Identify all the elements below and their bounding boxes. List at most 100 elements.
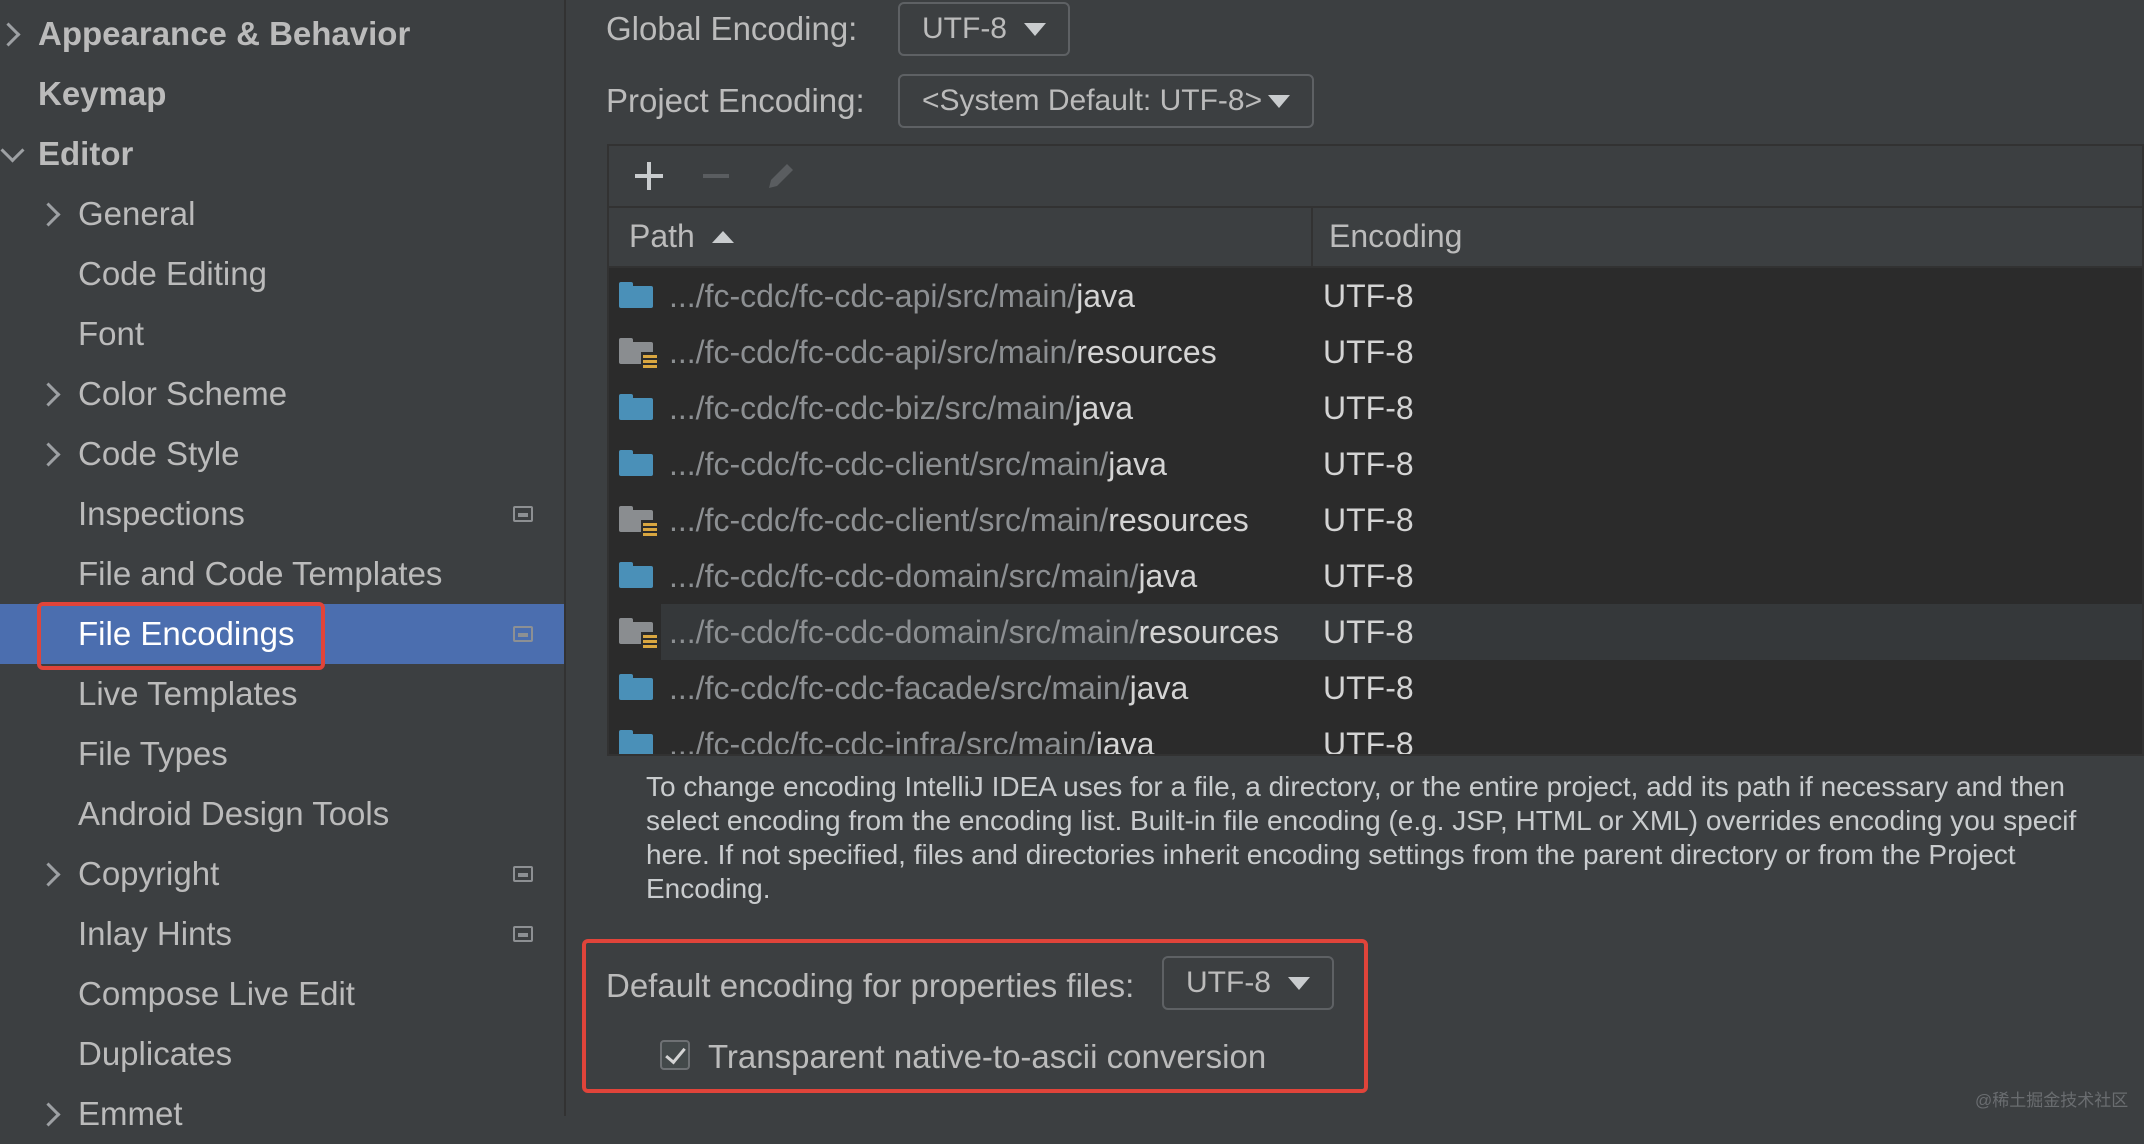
sidebar-item-label: Font [78, 315, 145, 352]
path-cell: .../fc-cdc/fc-cdc-api/src/main/resources [669, 334, 1217, 371]
source-folder-icon [619, 562, 653, 588]
chevron-right-icon[interactable] [36, 862, 61, 887]
table-row[interactable]: .../fc-cdc/fc-cdc-client/src/main/resour… [609, 492, 2142, 548]
dropdown-arrow-icon [1268, 95, 1290, 108]
encoding-cell[interactable]: UTF-8 [1323, 502, 1414, 539]
sidebar-item-general[interactable]: General [0, 184, 564, 244]
source-folder-icon [619, 282, 653, 308]
global-encoding-dropdown[interactable]: UTF-8 [898, 2, 1070, 56]
highlight-box-properties [582, 939, 1368, 1093]
resources-folder-icon [619, 618, 657, 648]
encoding-cell[interactable]: UTF-8 [1323, 278, 1414, 315]
encoding-cell[interactable]: UTF-8 [1323, 558, 1414, 595]
table-row[interactable]: .../fc-cdc/fc-cdc-domain/src/main/java UT… [609, 548, 2142, 604]
encoding-cell[interactable]: UTF-8 [1323, 390, 1414, 427]
path-prefix: .../fc-cdc/fc-cdc-biz/src/main/ [669, 389, 1075, 426]
path-folder-name: resources [1138, 613, 1279, 650]
chevron-right-icon[interactable] [36, 1102, 61, 1127]
chevron-right-icon[interactable] [36, 442, 61, 467]
path-cell: .../fc-cdc/fc-cdc-api/src/main/java [669, 278, 1135, 315]
sidebar-item-file-and-code-templates[interactable]: File and Code Templates [0, 544, 564, 604]
sidebar-item-label: General [78, 195, 196, 232]
file-encodings-table: Path Encoding .../fc-cdc/fc-cdc-api/src/… [607, 206, 2144, 756]
path-folder-name: java [1129, 669, 1189, 706]
table-row[interactable]: .../fc-cdc/fc-cdc-domain/src/main/resour… [609, 604, 2142, 660]
chevron-right-icon[interactable] [36, 382, 61, 407]
path-cell: .../fc-cdc/fc-cdc-client/src/main/resour… [669, 502, 1249, 539]
sidebar-item-keymap[interactable]: Keymap [0, 64, 564, 124]
table-row[interactable]: .../fc-cdc/fc-cdc-facade/src/main/java UT… [609, 660, 2142, 716]
encoding-cell[interactable]: UTF-8 [1323, 334, 1414, 371]
table-row[interactable]: .../fc-cdc/fc-cdc-biz/src/main/java UTF-8 [609, 380, 2142, 436]
chevron-down-icon[interactable] [0, 138, 25, 163]
path-prefix: .../fc-cdc/fc-cdc-api/src/main/ [669, 277, 1077, 314]
column-header-path[interactable]: Path [629, 218, 695, 255]
path-prefix: .../fc-cdc/fc-cdc-domain/src/main/ [669, 557, 1139, 594]
sidebar-item-inlay-hints[interactable]: Inlay Hints [0, 904, 564, 964]
path-cell: .../fc-cdc/fc-cdc-biz/src/main/java [669, 390, 1133, 427]
sidebar-item-inspections[interactable]: Inspections [0, 484, 564, 544]
sidebar-item-copyright[interactable]: Copyright [0, 844, 564, 904]
source-folder-icon [619, 450, 653, 476]
path-prefix: .../fc-cdc/fc-cdc-api/src/main/ [669, 333, 1077, 370]
path-folder-name: resources [1076, 333, 1217, 370]
sidebar-item-label: File and Code Templates [78, 555, 443, 592]
settings-sidebar: Appearance & Behavior Keymap Editor General… [0, 0, 564, 1132]
project-encoding-dropdown[interactable]: <System Default: UTF-8> [898, 74, 1314, 128]
path-prefix: .../fc-cdc/fc-cdc-client/src/main/ [669, 445, 1109, 482]
sidebar-item-label: Keymap [38, 75, 167, 112]
sidebar-item-label: Code Style [78, 435, 240, 472]
sort-ascending-icon [712, 231, 734, 243]
path-cell: .../fc-cdc/fc-cdc-facade/src/main/java [669, 670, 1188, 707]
sidebar-item-code-editing[interactable]: Code Editing [0, 244, 564, 304]
pencil-icon[interactable] [761, 156, 801, 196]
sidebar-item-code-style[interactable]: Code Style [0, 424, 564, 484]
resources-folder-icon [619, 506, 657, 536]
minus-icon[interactable] [697, 156, 737, 196]
dropdown-arrow-icon [1024, 23, 1046, 36]
sidebar-item-label: Code Editing [78, 255, 267, 292]
global-encoding-value: UTF-8 [922, 12, 1007, 45]
sidebar-item-label: Inlay Hints [78, 915, 233, 952]
sidebar-item-label: Color Scheme [78, 375, 288, 412]
sidebar-item-live-templates[interactable]: Live Templates [0, 664, 564, 724]
column-separator [1311, 208, 1313, 266]
table-row[interactable]: .../fc-cdc/fc-cdc-api/src/main/java UTF-8 [609, 268, 2142, 324]
source-folder-icon [619, 674, 653, 700]
sidebar-item-duplicates[interactable]: Duplicates [0, 1024, 564, 1084]
sidebar-item-compose-live-edit[interactable]: Compose Live Edit [0, 964, 564, 1024]
table-row[interactable]: .../fc-cdc/fc-cdc-infra/src/main/java UTF… [609, 716, 2142, 756]
sidebar-item-file-types[interactable]: File Types [0, 724, 564, 784]
help-text: To change encoding IntelliJ IDEA uses fo… [646, 771, 2077, 904]
plus-icon[interactable] [629, 156, 669, 196]
sidebar-item-editor[interactable]: Editor [0, 124, 564, 184]
path-cell: .../fc-cdc/fc-cdc-domain/src/main/resour… [669, 614, 1279, 651]
path-folder-name: java [1095, 725, 1155, 756]
path-folder-name: resources [1108, 501, 1249, 538]
chevron-right-icon[interactable] [0, 22, 21, 47]
path-prefix: .../fc-cdc/fc-cdc-infra/src/main/ [669, 725, 1096, 756]
sidebar-item-label: Editor [38, 135, 134, 172]
sidebar-item-label: Emmet [78, 1095, 183, 1132]
watermark: @稀土掘金技术社区 [1975, 1091, 2129, 1110]
path-prefix: .../fc-cdc/fc-cdc-client/src/main/ [669, 501, 1109, 538]
project-scope-icon [513, 506, 533, 522]
encoding-cell[interactable]: UTF-8 [1323, 614, 1414, 651]
table-row[interactable]: .../fc-cdc/fc-cdc-client/src/main/java UT… [609, 436, 2142, 492]
encoding-cell[interactable]: UTF-8 [1323, 726, 1414, 755]
encoding-cell[interactable]: UTF-8 [1323, 446, 1414, 483]
path-table-toolbar [607, 144, 2144, 206]
path-prefix: .../fc-cdc/fc-cdc-domain/src/main/ [669, 613, 1139, 650]
table-row[interactable]: .../fc-cdc/fc-cdc-api/src/main/resources… [609, 324, 2142, 380]
chevron-right-icon[interactable] [36, 202, 61, 227]
path-folder-name: java [1074, 389, 1134, 426]
sidebar-item-emmet[interactable]: Emmet [0, 1084, 564, 1144]
project-scope-icon [513, 626, 533, 642]
sidebar-item-color-scheme[interactable]: Color Scheme [0, 364, 564, 424]
sidebar-item-font[interactable]: Font [0, 304, 564, 364]
encoding-cell[interactable]: UTF-8 [1323, 670, 1414, 707]
sidebar-item-android-design-tools[interactable]: Android Design Tools [0, 784, 564, 844]
sidebar-item-label: Copyright [78, 855, 220, 892]
column-header-encoding[interactable]: Encoding [1329, 218, 1462, 255]
sidebar-item-appearance-behavior[interactable]: Appearance & Behavior [0, 4, 564, 64]
